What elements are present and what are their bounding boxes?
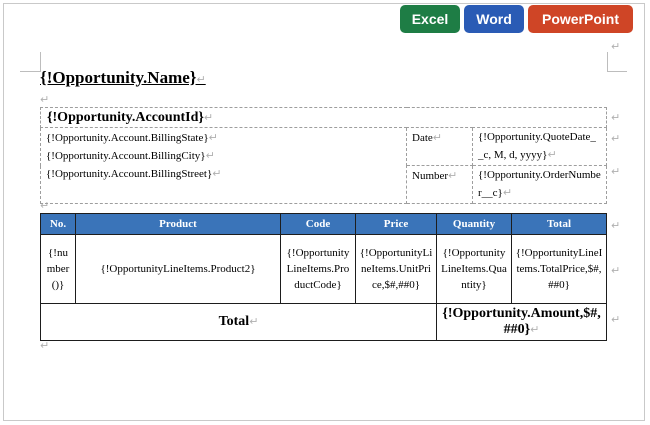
column-header-product: Product [75, 213, 281, 235]
billing-address-cell: {!Opportunity.Account.BillingState}↵ {!O… [40, 127, 407, 204]
number-label-cell: Number↵ [406, 165, 473, 204]
cell-no: {!number()} [40, 234, 76, 304]
paragraph-mark: ↵ [212, 167, 222, 180]
paragraph-mark: ↵ [547, 148, 557, 161]
opportunity-amount-field: {!Opportunity.Amount,$#,##0} [442, 306, 601, 337]
crop-mark-top-left-h [20, 71, 40, 72]
billing-city-field: {!Opportunity.Account.BillingCity} [46, 150, 206, 162]
paragraph-mark: ↵ [611, 111, 621, 124]
document-title: {!Opportunity.Name}↵ [40, 68, 206, 88]
paragraph-mark: ↵ [611, 219, 621, 232]
number-label: Number [412, 170, 449, 182]
cell-quantity: {!OpportunityLineItems.Quantity} [436, 234, 512, 304]
total-label: Total [218, 314, 250, 329]
document-page [3, 3, 645, 421]
number-value-cell: {!Opportunity.OrderNumber__c}↵ [472, 165, 607, 204]
paragraph-mark: ↵ [196, 73, 206, 86]
account-table: {!Opportunity.AccountId}↵ {!Opportunity.… [40, 107, 607, 204]
date-value-cell: {!Opportunity.QuoteDate__c, M, d, yyyy}↵ [472, 127, 607, 166]
date-label: Date [412, 132, 433, 144]
paragraph-mark: ↵ [611, 264, 621, 277]
paragraph-mark: ↵ [40, 93, 50, 106]
paragraph-mark: ↵ [448, 169, 458, 182]
column-header-no: No. [40, 213, 76, 235]
paragraph-mark: ↵ [432, 131, 442, 144]
total-label-cell: Total↵ [40, 303, 437, 341]
line-items-header-row: No. Product Code Price Quantity Total [40, 213, 607, 235]
powerpoint-button[interactable]: PowerPoint [528, 5, 633, 33]
crop-mark-top-right-v [607, 52, 608, 72]
billing-state-field: {!Opportunity.Account.BillingState} [46, 132, 209, 144]
column-header-total: Total [511, 213, 607, 235]
total-value-cell: {!Opportunity.Amount,$#,##0}↵ [436, 303, 607, 341]
order-number-field: {!Opportunity.OrderNumber__c} [478, 169, 601, 199]
column-header-price: Price [355, 213, 437, 235]
paragraph-mark: ↵ [203, 111, 214, 124]
account-id-field: {!Opportunity.AccountId} [47, 110, 204, 125]
cell-price: {!OpportunityLineItems.UnitPrice,$#,##0} [355, 234, 437, 304]
cell-total: {!OpportunityLineItems.TotalPrice,$#,##0… [511, 234, 607, 304]
column-header-quantity: Quantity [436, 213, 512, 235]
crop-mark-top-right-h [607, 71, 627, 72]
table-row: {!number()} {!OpportunityLineItems.Produ… [40, 234, 607, 304]
paragraph-mark: ↵ [249, 315, 259, 328]
paragraph-mark: ↵ [611, 313, 621, 326]
paragraph-mark: ↵ [611, 40, 621, 53]
cell-product: {!OpportunityLineItems.Product2} [75, 234, 281, 304]
line-items-table: No. Product Code Price Quantity Total {!… [40, 213, 607, 341]
billing-street-field: {!Opportunity.Account.BillingStreet} [46, 168, 213, 180]
word-button[interactable]: Word [464, 5, 524, 33]
opportunity-name-field: {!Opportunity.Name} [40, 68, 197, 87]
date-label-cell: Date↵ [406, 127, 473, 166]
excel-button[interactable]: Excel [400, 5, 460, 33]
total-row: Total↵ {!Opportunity.Amount,$#,##0}↵ [40, 303, 607, 341]
account-header: {!Opportunity.AccountId}↵ [40, 107, 607, 128]
paragraph-mark: ↵ [611, 132, 621, 145]
paragraph-mark: ↵ [611, 165, 621, 178]
cell-code: {!OpportunityLineItems.ProductCode} [280, 234, 356, 304]
paragraph-mark: ↵ [40, 339, 50, 352]
column-header-code: Code [280, 213, 356, 235]
quote-date-field: {!Opportunity.QuoteDate__c, M, d, yyyy} [478, 131, 596, 161]
paragraph-mark: ↵ [502, 186, 513, 199]
paragraph-mark: ↵ [208, 131, 218, 144]
paragraph-mark: ↵ [530, 323, 540, 336]
paragraph-mark: ↵ [205, 149, 215, 162]
